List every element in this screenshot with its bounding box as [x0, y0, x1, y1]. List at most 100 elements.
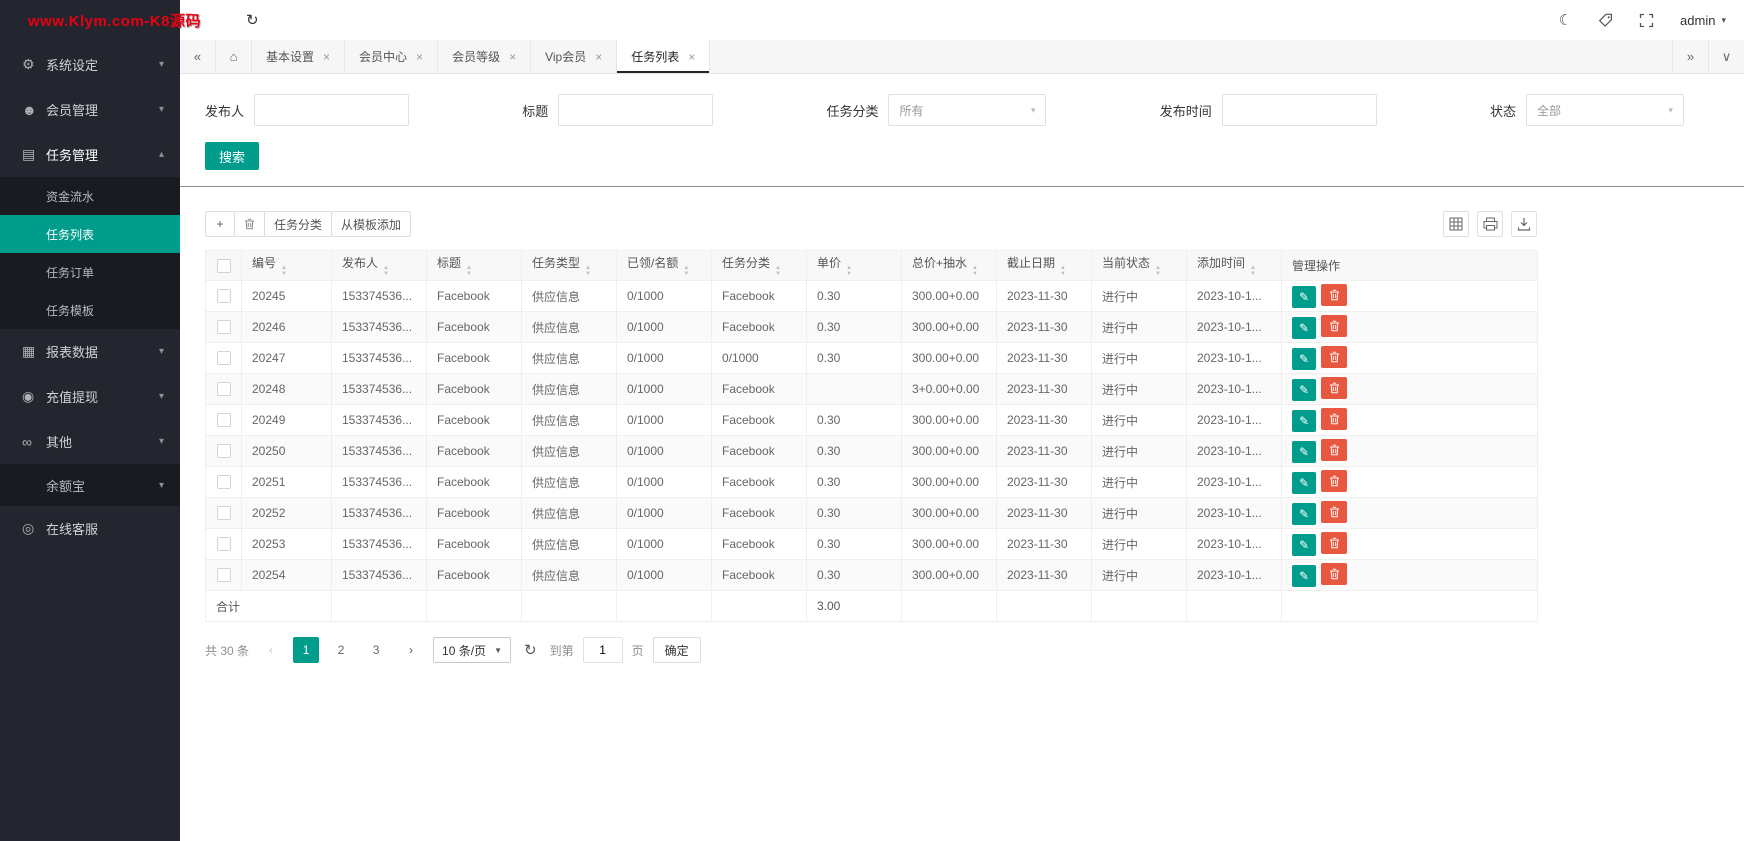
edit-button[interactable]: ✎ [1292, 534, 1316, 556]
category-select[interactable]: 所有 ▾ [888, 94, 1046, 126]
sort-icon[interactable] [1060, 265, 1066, 277]
confirm-button[interactable]: 确定 [653, 637, 701, 663]
title-input[interactable] [558, 94, 713, 126]
add-from-template-button[interactable]: 从模板添加 [331, 211, 411, 237]
task-category-button[interactable]: 任务分类 [264, 211, 332, 237]
close-icon[interactable]: × [509, 50, 516, 64]
delete-selected-button[interactable] [234, 211, 265, 237]
tabs-menu-icon[interactable]: ∨ [1708, 40, 1744, 73]
sidebar-subitem-task-list[interactable]: 任务列表 [0, 215, 180, 253]
table-refresh-icon[interactable]: ↻ [524, 641, 537, 659]
edit-button[interactable]: ✎ [1292, 472, 1316, 494]
delete-button[interactable] [1321, 501, 1347, 523]
tabs-scroll-right-icon[interactable]: » [1672, 40, 1708, 73]
publisher-input[interactable] [254, 94, 409, 126]
column-header[interactable]: 任务类型 [522, 251, 617, 281]
tabs-scroll-left-icon[interactable]: « [180, 40, 216, 73]
columns-toggle-icon[interactable] [1443, 211, 1469, 237]
sort-icon[interactable] [1250, 265, 1256, 277]
close-icon[interactable]: × [595, 50, 602, 64]
delete-button[interactable] [1321, 532, 1347, 554]
delete-button[interactable] [1321, 315, 1347, 337]
export-icon[interactable] [1511, 211, 1537, 237]
row-checkbox[interactable] [217, 475, 231, 489]
sidebar-item-yuebao[interactable]: 余额宝 ▾ [0, 464, 180, 506]
sidebar-subitem-task-templates[interactable]: 任务模板 [0, 291, 180, 329]
delete-button[interactable] [1321, 377, 1347, 399]
delete-button[interactable] [1321, 284, 1347, 306]
admin-dropdown[interactable]: admin ▾ [1680, 13, 1726, 28]
tab-member-center[interactable]: 会员中心 × [345, 40, 438, 73]
row-checkbox[interactable] [217, 289, 231, 303]
status-select[interactable]: 全部 ▾ [1526, 94, 1684, 126]
sort-icon[interactable] [775, 265, 781, 277]
sidebar-item-other[interactable]: ∞ 其他 ▾ [0, 419, 180, 464]
sidebar-item-report-data[interactable]: ▦ 报表数据 ▾ [0, 329, 180, 374]
tag-icon[interactable] [1598, 13, 1613, 28]
select-all-checkbox[interactable] [217, 259, 231, 273]
row-checkbox[interactable] [217, 413, 231, 427]
column-header[interactable]: 截止日期 [997, 251, 1092, 281]
page-size-select[interactable]: 10 条/页 ▼ [433, 637, 511, 663]
delete-button[interactable] [1321, 408, 1347, 430]
column-header[interactable]: 总价+抽水 [902, 251, 997, 281]
edit-button[interactable]: ✎ [1292, 379, 1316, 401]
row-checkbox[interactable] [217, 568, 231, 582]
page-button-2[interactable]: 2 [328, 637, 354, 663]
close-icon[interactable]: × [323, 50, 330, 64]
sort-icon[interactable] [683, 265, 689, 277]
sort-icon[interactable] [1155, 265, 1161, 277]
delete-button[interactable] [1321, 439, 1347, 461]
sort-icon[interactable] [281, 265, 287, 277]
edit-button[interactable]: ✎ [1292, 565, 1316, 587]
home-tab-icon[interactable]: ⌂ [216, 40, 252, 73]
sidebar-subitem-task-orders[interactable]: 任务订单 [0, 253, 180, 291]
fullscreen-icon[interactable] [1639, 13, 1654, 28]
column-header[interactable]: 任务分类 [712, 251, 807, 281]
column-header[interactable]: 单价 [807, 251, 902, 281]
row-checkbox[interactable] [217, 506, 231, 520]
edit-button[interactable]: ✎ [1292, 410, 1316, 432]
column-header[interactable]: 标题 [427, 251, 522, 281]
search-button[interactable]: 搜索 [205, 142, 259, 170]
sidebar-subitem-fund-flow[interactable]: 资金流水 [0, 177, 180, 215]
column-header[interactable]: 已领/名额 [617, 251, 712, 281]
column-header[interactable]: 当前状态 [1092, 251, 1187, 281]
tab-vip-member[interactable]: Vip会员 × [531, 40, 617, 73]
edit-button[interactable]: ✎ [1292, 317, 1316, 339]
goto-page-input[interactable] [583, 637, 623, 663]
sort-icon[interactable] [585, 265, 591, 277]
next-page-button[interactable]: › [398, 637, 424, 663]
sort-icon[interactable] [466, 265, 472, 277]
delete-button[interactable] [1321, 563, 1347, 585]
row-checkbox[interactable] [217, 444, 231, 458]
close-icon[interactable]: × [688, 50, 695, 64]
close-icon[interactable]: × [416, 50, 423, 64]
tab-basic-settings[interactable]: 基本设置 × [252, 40, 345, 73]
sidebar-item-task-management[interactable]: ▤ 任务管理 ▴ [0, 132, 180, 177]
delete-button[interactable] [1321, 346, 1347, 368]
sidebar-item-online-service[interactable]: ◎ 在线客服 [0, 506, 180, 551]
column-header[interactable]: 发布人 [332, 251, 427, 281]
column-header[interactable]: 编号 [242, 251, 332, 281]
tab-member-level[interactable]: 会员等级 × [438, 40, 531, 73]
row-checkbox[interactable] [217, 537, 231, 551]
sort-icon[interactable] [383, 265, 389, 277]
edit-button[interactable]: ✎ [1292, 286, 1316, 308]
edit-button[interactable]: ✎ [1292, 441, 1316, 463]
page-button-1[interactable]: 1 [293, 637, 319, 663]
page-button-3[interactable]: 3 [363, 637, 389, 663]
row-checkbox[interactable] [217, 351, 231, 365]
refresh-icon[interactable]: ↻ [246, 11, 259, 29]
sort-icon[interactable] [972, 265, 978, 277]
column-header[interactable]: 添加时间 [1187, 251, 1282, 281]
theme-icon[interactable]: ☾ [1559, 11, 1572, 29]
sidebar-item-recharge-withdraw[interactable]: ◉ 充值提现 ▾ [0, 374, 180, 419]
delete-button[interactable] [1321, 470, 1347, 492]
sidebar-item-member-management[interactable]: ☻ 会员管理 ▾ [0, 87, 180, 132]
publish-time-input[interactable] [1222, 94, 1377, 126]
edit-button[interactable]: ✎ [1292, 503, 1316, 525]
row-checkbox[interactable] [217, 382, 231, 396]
tab-task-list[interactable]: 任务列表 × [617, 40, 710, 73]
sidebar-item-system-settings[interactable]: ⚙ 系统设定 ▾ [0, 42, 180, 87]
